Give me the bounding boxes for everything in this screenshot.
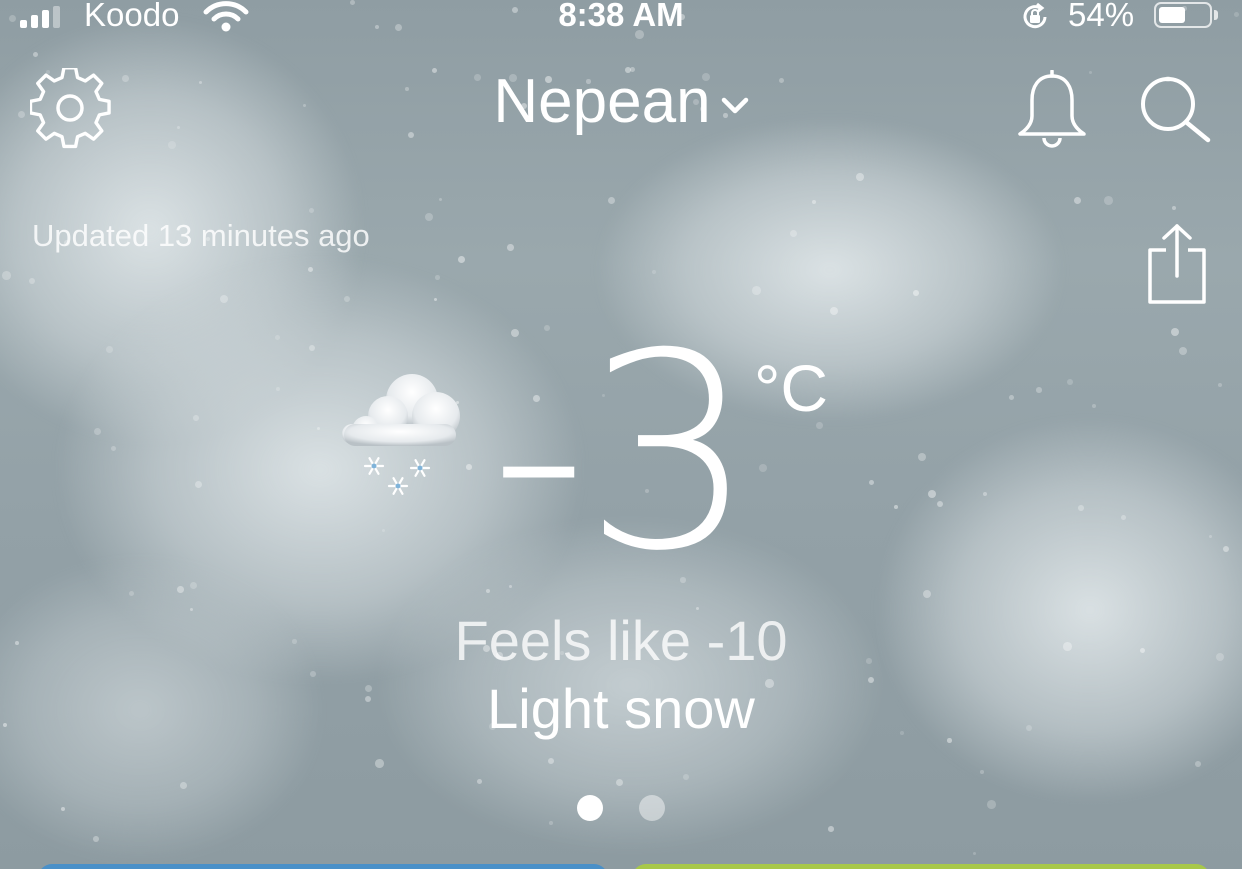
snowflake	[1078, 505, 1084, 511]
snowflake	[33, 52, 38, 57]
snowflake	[317, 427, 321, 431]
snowflake	[190, 582, 197, 589]
page-dot-1[interactable]	[576, 795, 603, 821]
battery-icon	[1154, 2, 1212, 28]
bottom-card-right[interactable]	[632, 864, 1210, 869]
snowflake	[1172, 206, 1177, 211]
snowflake	[894, 505, 898, 509]
snowflake	[869, 480, 875, 486]
battery-percent: 54%	[1068, 0, 1135, 33]
condition-text: Light snow	[487, 677, 755, 740]
share-icon[interactable]	[1144, 222, 1210, 306]
snowflake	[759, 464, 767, 472]
snowflake	[435, 275, 440, 280]
snowflake	[548, 758, 554, 764]
snowflake	[195, 481, 203, 489]
snowflake	[129, 591, 135, 597]
snowflake	[106, 346, 113, 353]
snowflake	[683, 774, 689, 780]
battery-nub	[1214, 10, 1218, 20]
updated-timestamp: Updated 13 minutes ago	[32, 218, 370, 253]
snowflake	[439, 198, 443, 202]
snowflake	[276, 387, 280, 391]
page-dot-2[interactable]	[639, 795, 666, 821]
page-indicator	[0, 795, 1242, 826]
snowflake	[1195, 761, 1201, 767]
snowflake	[1218, 383, 1223, 388]
snowflake	[180, 782, 187, 789]
snowflake	[652, 270, 657, 275]
snowflake	[918, 453, 926, 461]
snowflake	[913, 290, 919, 296]
feels-like: Feels like -10	[454, 609, 788, 672]
snowflake	[616, 779, 623, 786]
snowflake	[177, 586, 184, 593]
snowflake	[309, 208, 315, 214]
rotation-lock-icon	[1023, 2, 1047, 29]
snowflake	[790, 230, 798, 238]
snowflake	[309, 345, 315, 351]
snowflake	[425, 213, 434, 222]
snowflake	[937, 501, 944, 508]
snowflake	[1121, 515, 1126, 520]
snowflake	[1036, 387, 1042, 393]
snowflake	[608, 197, 616, 205]
snowflake	[923, 590, 931, 598]
bell-icon[interactable]	[1012, 70, 1092, 150]
snowflake	[382, 529, 386, 533]
cloud-snow-icon	[342, 374, 460, 495]
snowflake	[1009, 395, 1014, 400]
snowflake	[1223, 546, 1230, 553]
snowflake	[275, 335, 281, 341]
battery-fill	[1159, 7, 1185, 23]
temperature-unit: °C	[754, 351, 829, 425]
current-temperature: -3	[490, 295, 755, 610]
snowflake	[928, 490, 937, 499]
search-icon[interactable]	[1138, 74, 1214, 144]
snowflake	[93, 836, 99, 842]
weather-screen: Koodo 8:38 AM 54% Nepean Updated 13 minu…	[0, 0, 1242, 869]
snowflake	[220, 295, 228, 303]
snowflake	[1067, 379, 1073, 385]
snowflake	[344, 296, 351, 303]
snowflake	[830, 307, 839, 316]
status-bar: Koodo 8:38 AM 54%	[0, 0, 1242, 34]
snowflake	[980, 770, 984, 774]
snowflake	[983, 492, 988, 497]
snowflake	[1092, 404, 1097, 409]
snowflake	[2, 271, 11, 280]
snowflake	[973, 852, 977, 856]
chevron-down-icon	[721, 97, 748, 113]
snowflake	[1074, 197, 1081, 204]
snowflake	[111, 446, 117, 452]
snowflake	[193, 415, 199, 421]
snowflake	[1209, 535, 1213, 539]
snowflake	[94, 428, 101, 435]
snowflake	[458, 256, 465, 263]
snowflake	[29, 278, 36, 285]
snowflake	[856, 173, 864, 181]
snowflake	[828, 826, 834, 832]
snowflake	[434, 298, 438, 302]
bottom-card-left[interactable]	[38, 864, 608, 869]
location-name: Nepean	[493, 67, 711, 136]
snowflake	[1171, 328, 1180, 337]
snowflake	[1179, 347, 1188, 356]
snowflake	[375, 759, 384, 768]
snowflake	[752, 286, 761, 295]
snowflake	[507, 244, 514, 251]
snowflake	[308, 267, 314, 273]
snowflake	[168, 141, 176, 149]
snowflake	[1104, 196, 1113, 205]
status-time: 8:38 AM	[558, 0, 684, 33]
snowflake	[812, 200, 817, 205]
snowflake	[477, 779, 482, 784]
